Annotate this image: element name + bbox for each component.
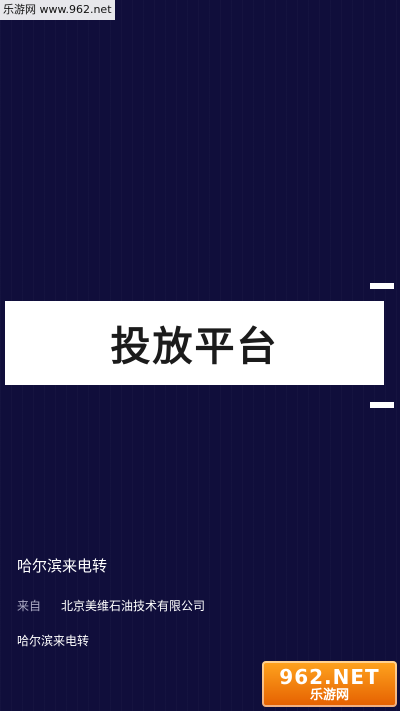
caller-subtitle: 哈尔滨来电转 (17, 634, 90, 648)
banner-title: 投放平台 (110, 324, 279, 370)
from-label: 来自 (17, 599, 42, 613)
logo-top-text: 962.NET (279, 664, 380, 689)
watermark-text: 乐游网 www.962.net (0, 0, 115, 20)
watermark-logo: 962.NET 乐游网 (262, 661, 397, 707)
logo-bottom-text: 乐游网 (309, 687, 349, 703)
ad-banner[interactable]: 投放平台 (5, 301, 384, 385)
call-screen: 乐游网 www.962.net 投放平台 哈尔滨来电转 来自 北京美维石油技术有… (0, 0, 400, 711)
decorative-dash-bottom (370, 402, 394, 408)
caller-source-row: 来自 北京美维石油技术有限公司 (17, 597, 205, 614)
from-company: 北京美维石油技术有限公司 (61, 599, 206, 613)
caller-name: 哈尔滨来电转 (17, 557, 108, 575)
decorative-dash-top (370, 283, 394, 289)
